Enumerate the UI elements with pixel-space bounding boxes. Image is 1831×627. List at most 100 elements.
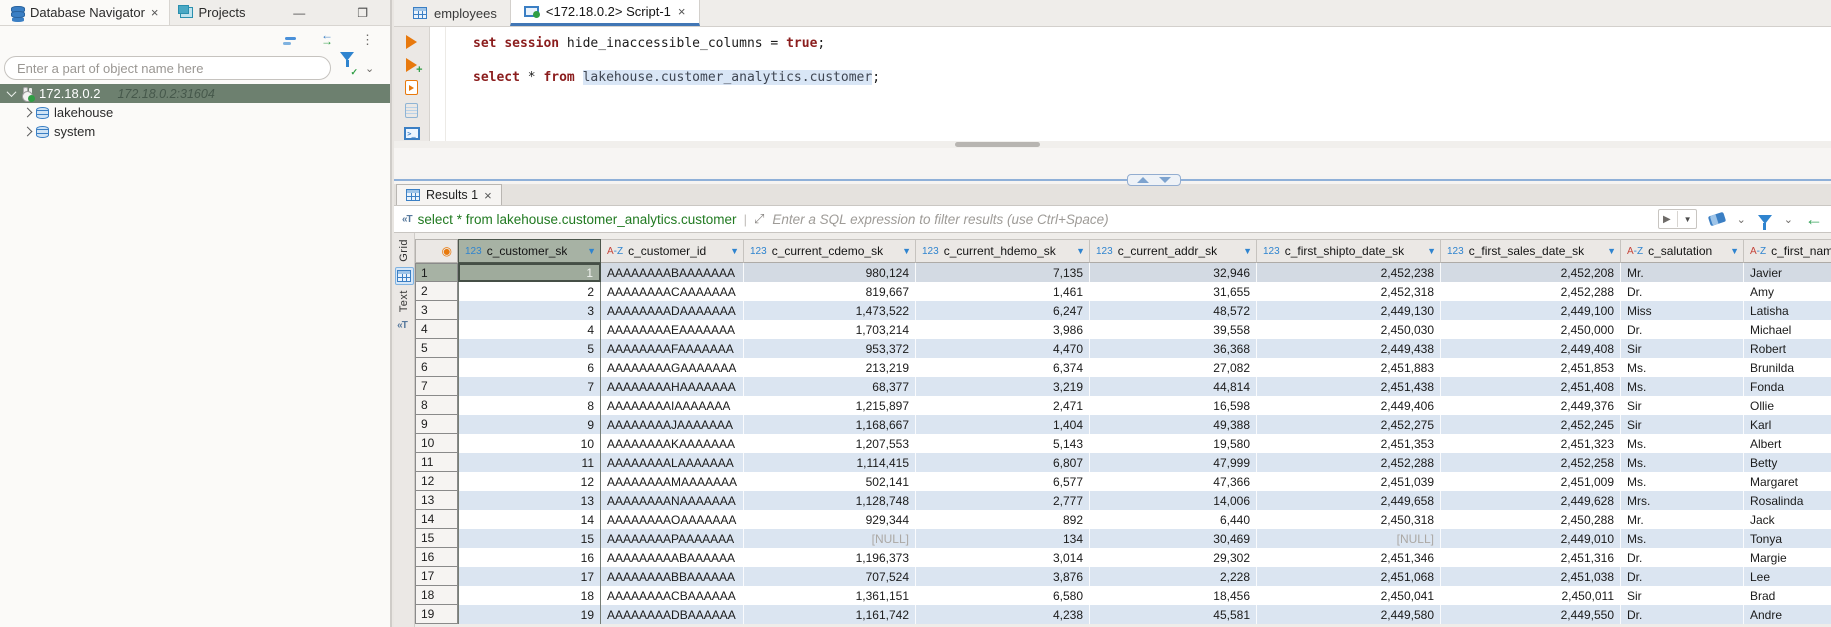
grid-cell[interactable]: 1,128,748	[744, 491, 916, 510]
grid-cell[interactable]: 15	[458, 529, 601, 548]
column-header-c_current_addr_sk[interactable]: 123c_current_addr_sk▼	[1090, 239, 1257, 263]
grid-cell[interactable]: 2,449,376	[1441, 396, 1621, 415]
execute-script-button[interactable]	[403, 80, 421, 95]
grid-cell[interactable]: 14,006	[1090, 491, 1257, 510]
grid-cell[interactable]: 2,449,580	[1257, 605, 1441, 624]
maximize-editor-icon[interactable]	[1137, 177, 1149, 183]
presentation-text-tab[interactable]: «T	[395, 317, 414, 335]
scrollbar-thumb[interactable]	[955, 142, 1040, 147]
filter-history-dropdown-icon[interactable]: ▼	[1684, 215, 1692, 224]
grid-cell[interactable]: 980,124	[744, 263, 916, 282]
grid-cell[interactable]: 6,440	[1090, 510, 1257, 529]
grid-cell[interactable]: 2,451,038	[1441, 567, 1621, 586]
grid-cell[interactable]: AAAAAAAAHAAAAAAA	[601, 377, 744, 396]
maximize-results-icon[interactable]	[1159, 177, 1171, 183]
column-header-c_salutation[interactable]: A-Zc_salutation▼	[1621, 239, 1744, 263]
column-dropdown-icon[interactable]: ▼	[1724, 246, 1739, 256]
grid-cell[interactable]: Fonda	[1744, 377, 1831, 396]
row-header-8[interactable]: 8	[415, 396, 458, 415]
grid-cell[interactable]: 819,667	[744, 282, 916, 301]
grid-cell[interactable]: 3,219	[916, 377, 1090, 396]
grid-cell[interactable]: Betty	[1744, 453, 1831, 472]
explain-plan-button[interactable]	[403, 103, 421, 118]
row-header-18[interactable]: 18	[415, 586, 458, 605]
grid-cell[interactable]: 29,302	[1090, 548, 1257, 567]
grid-cell[interactable]: 1,361,151	[744, 586, 916, 605]
grid-cell[interactable]: 3,986	[916, 320, 1090, 339]
grid-cell[interactable]: AAAAAAAABAAAAAAA	[601, 263, 744, 282]
grid-cell[interactable]: Michael	[1744, 320, 1831, 339]
grid-cell[interactable]: 30,469	[1090, 529, 1257, 548]
column-header-c_first_name[interactable]: A-Zc_first_name▼	[1744, 239, 1831, 263]
execute-statement-button[interactable]	[403, 34, 421, 49]
grid-cell[interactable]: [NULL]	[1257, 529, 1441, 548]
column-dropdown-icon[interactable]: ▼	[1421, 246, 1436, 256]
chevron-down-icon[interactable]	[7, 87, 17, 97]
grid-cell[interactable]: 929,344	[744, 510, 916, 529]
filter-objects-icon[interactable]: ✓	[340, 61, 356, 75]
grid-cell[interactable]: 2,451,353	[1257, 434, 1441, 453]
row-header-14[interactable]: 14	[415, 510, 458, 529]
editor-results-splitter[interactable]	[394, 176, 1831, 184]
collapse-all-icon[interactable]	[283, 35, 297, 45]
grid-cell[interactable]: 36,368	[1090, 339, 1257, 358]
row-header-3[interactable]: 3	[415, 301, 458, 320]
grid-cell[interactable]: AAAAAAAAIAAAAAAA	[601, 396, 744, 415]
close-icon[interactable]: ×	[678, 4, 686, 19]
grid-cell[interactable]: Margie	[1744, 548, 1831, 567]
grid-cell[interactable]: Andre	[1744, 605, 1831, 624]
grid-corner-cell[interactable]: ◉	[415, 239, 458, 263]
grid-cell[interactable]: Mr.	[1621, 263, 1744, 282]
grid-cell[interactable]: 18	[458, 586, 601, 605]
grid-cell[interactable]: 2,452,318	[1257, 282, 1441, 301]
grid-cell[interactable]: AAAAAAAAOAAAAAAA	[601, 510, 744, 529]
grid-cell[interactable]: 6,807	[916, 453, 1090, 472]
close-icon[interactable]: ×	[484, 188, 492, 203]
splitter-collapse-widget[interactable]	[1127, 174, 1181, 186]
grid-cell[interactable]: 2,449,100	[1441, 301, 1621, 320]
code-line[interactable]: select * from lakehouse.customer_analyti…	[473, 69, 1831, 86]
row-header-16[interactable]: 16	[415, 548, 458, 567]
row-header-4[interactable]: 4	[415, 320, 458, 339]
row-header-17[interactable]: 17	[415, 567, 458, 586]
grid-cell[interactable]: Albert	[1744, 434, 1831, 453]
presentation-text-label[interactable]: Text	[398, 290, 410, 312]
grid-cell[interactable]: Mr.	[1621, 510, 1744, 529]
column-header-c_current_cdemo_sk[interactable]: 123c_current_cdemo_sk▼	[744, 239, 916, 263]
grid-cell[interactable]: 39,558	[1090, 320, 1257, 339]
grid-cell[interactable]: Dr.	[1621, 282, 1744, 301]
grid-cell[interactable]: 2,451,853	[1441, 358, 1621, 377]
grid-cell[interactable]: Amy	[1744, 282, 1831, 301]
grid-cell[interactable]: 2,449,550	[1441, 605, 1621, 624]
grid-cell[interactable]: 892	[916, 510, 1090, 529]
grid-cell[interactable]: Ms.	[1621, 358, 1744, 377]
grid-cell[interactable]: 6,580	[916, 586, 1090, 605]
tab-database-navigator[interactable]: Database Navigator ×	[0, 0, 170, 25]
grid-cell[interactable]: Sir	[1621, 339, 1744, 358]
grid-cell[interactable]: Margaret	[1744, 472, 1831, 491]
grid-cell[interactable]: 1,473,522	[744, 301, 916, 320]
filter-expression-input[interactable]	[770, 211, 1658, 228]
grid-cell[interactable]: 2,450,288	[1441, 510, 1621, 529]
grid-cell[interactable]: Javier	[1744, 263, 1831, 282]
grid-cell[interactable]: 2,449,010	[1441, 529, 1621, 548]
column-dropdown-icon[interactable]: ▼	[896, 246, 911, 256]
grid-cell[interactable]: 12	[458, 472, 601, 491]
column-dropdown-icon[interactable]: ▼	[1070, 246, 1085, 256]
grid-cell[interactable]: AAAAAAAAFAAAAAAA	[601, 339, 744, 358]
grid-cell[interactable]: 4,470	[916, 339, 1090, 358]
grid-cell[interactable]: 16	[458, 548, 601, 567]
grid-cell[interactable]: 2,450,041	[1257, 586, 1441, 605]
grid-cell[interactable]: 2	[458, 282, 601, 301]
grid-cell[interactable]: 953,372	[744, 339, 916, 358]
grid-cell[interactable]: Brad	[1744, 586, 1831, 605]
grid-cell[interactable]: 27,082	[1090, 358, 1257, 377]
row-header-7[interactable]: 7	[415, 377, 458, 396]
editor-horizontal-scrollbar[interactable]	[394, 141, 1831, 148]
row-header-1[interactable]: 1	[415, 263, 458, 282]
grid-cell[interactable]: AAAAAAAAJAAAAAAA	[601, 415, 744, 434]
clear-filter-icon[interactable]	[1707, 212, 1725, 226]
filters-menu-icon[interactable]	[1758, 215, 1772, 224]
tab-results-1[interactable]: Results 1 ×	[396, 184, 502, 205]
row-header-6[interactable]: 6	[415, 358, 458, 377]
